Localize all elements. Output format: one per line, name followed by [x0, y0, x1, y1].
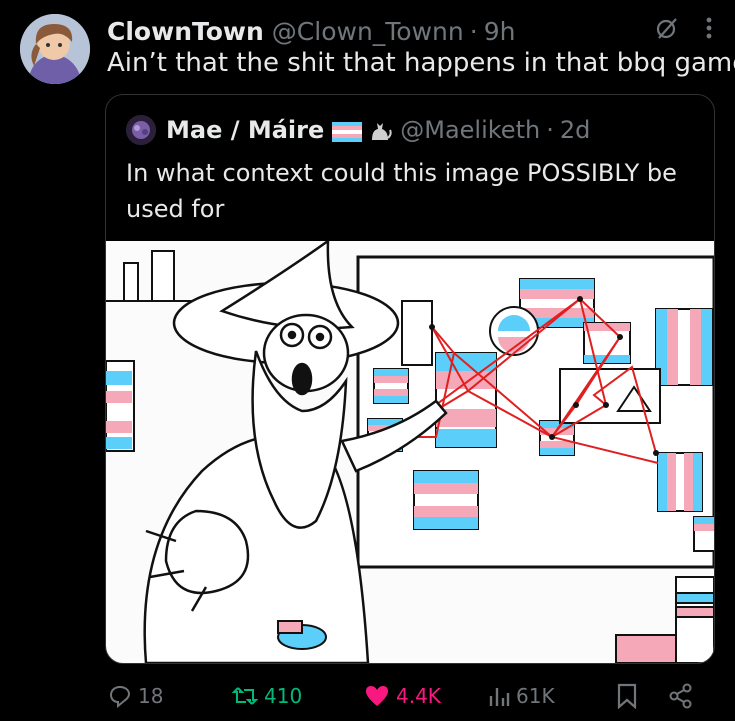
quoted-avatar[interactable]: [126, 115, 156, 145]
quoted-image[interactable]: [106, 238, 714, 663]
author-name[interactable]: ClownTown: [107, 17, 264, 46]
grok-icon[interactable]: [655, 16, 679, 44]
header-separator: ·: [469, 16, 478, 46]
bookmark-button[interactable]: [616, 678, 638, 714]
quoted-post[interactable]: Mae / Máire @Maeliketh · 2d In what cont…: [105, 94, 715, 664]
reply-count: 18: [138, 684, 164, 708]
more-icon[interactable]: [705, 16, 713, 44]
share-button[interactable]: [668, 678, 694, 714]
post-top-icons: [655, 16, 713, 44]
trans-flag-icon: [332, 120, 363, 142]
views-count: 61K: [516, 684, 555, 708]
action-bar: 18 410 4.4K 61K: [108, 678, 708, 714]
quoted-time[interactable]: 2d: [560, 116, 591, 144]
quoted-text: In what context could this image POSSIBL…: [126, 159, 677, 223]
reply-icon: [108, 684, 132, 708]
heart-icon: [364, 684, 390, 708]
repost-count: 410: [264, 684, 303, 708]
post-header: ClownTown @Clown_Townn · 9h: [107, 14, 515, 48]
views-button[interactable]: 61K: [488, 678, 555, 714]
bookmark-icon: [616, 683, 638, 709]
post-time[interactable]: 9h: [484, 17, 516, 46]
post-text: Ain’t that the shit that happens in that…: [107, 48, 735, 78]
black-cat-icon: [368, 118, 392, 142]
repost-icon: [232, 684, 258, 708]
reply-button[interactable]: 18: [108, 678, 163, 714]
like-count: 4.4K: [396, 684, 441, 708]
author-handle[interactable]: @Clown_Townn: [272, 17, 464, 46]
author-avatar[interactable]: [20, 14, 90, 84]
repost-button[interactable]: 410: [232, 678, 302, 714]
quoted-separator: ·: [546, 116, 554, 144]
avatar-image: [20, 14, 90, 84]
like-button[interactable]: 4.4K: [364, 678, 441, 714]
share-icon: [668, 683, 694, 709]
quoted-author-name[interactable]: Mae / Máire: [166, 116, 324, 144]
quoted-header: Mae / Máire @Maeliketh · 2d: [126, 113, 590, 147]
wizard-conspiracy-board-illustration: [106, 238, 714, 663]
quoted-author-handle[interactable]: @Maeliketh: [400, 116, 540, 144]
views-icon: [488, 684, 510, 708]
